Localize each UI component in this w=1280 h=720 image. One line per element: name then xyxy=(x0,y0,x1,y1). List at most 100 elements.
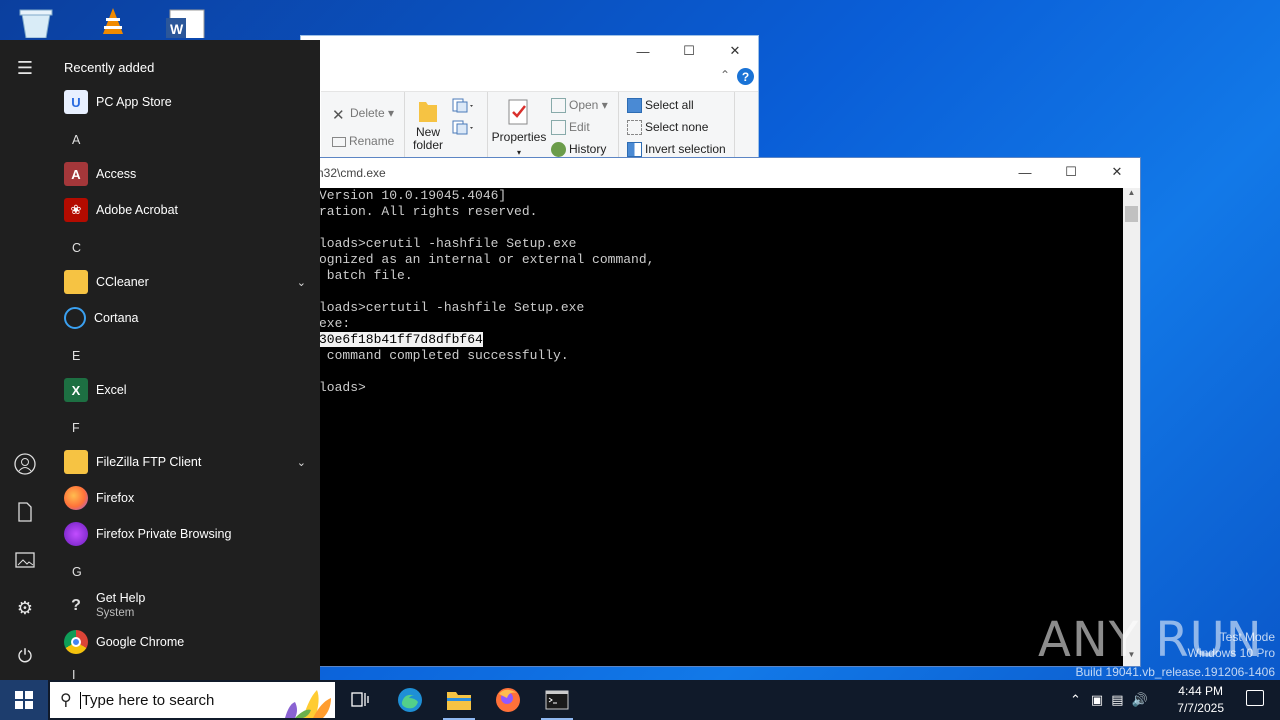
collapse-ribbon-icon[interactable]: ⌃ xyxy=(720,68,730,82)
move-to-button[interactable] xyxy=(452,120,474,139)
properties-icon xyxy=(508,99,528,125)
taskbar-search-box[interactable]: ⚲ Type here to search xyxy=(50,682,335,718)
letter-header-c[interactable]: C xyxy=(72,241,81,255)
maximize-button[interactable]: ☐ xyxy=(666,36,712,66)
edit-button[interactable]: Edit xyxy=(551,120,590,136)
letter-header-a[interactable]: A xyxy=(72,133,80,147)
app-label: PC App Store xyxy=(96,95,172,109)
documents-icon[interactable] xyxy=(13,500,37,524)
word-document-icon[interactable]: W xyxy=(164,4,205,41)
task-view-icon[interactable] xyxy=(336,680,384,720)
os-edition-text: Windows 10 Pro xyxy=(1187,646,1275,660)
close-button[interactable]: ✕ xyxy=(1094,158,1140,186)
folder-icon xyxy=(64,450,88,474)
app-label: CCleaner xyxy=(96,275,149,289)
recently-added-header: Recently added xyxy=(64,60,155,75)
show-hidden-icons-icon[interactable]: ⌃ xyxy=(1070,692,1081,708)
delete-button[interactable]: ✕ Delete ▾ xyxy=(332,106,394,124)
firefox-private-icon xyxy=(64,522,88,546)
rename-button[interactable]: Rename xyxy=(332,134,394,148)
app-firefox[interactable]: Firefox xyxy=(64,480,306,516)
select-all-button[interactable]: Select all xyxy=(627,98,694,114)
app-label: Firefox xyxy=(96,491,135,505)
app-filezilla[interactable]: FileZilla FTP Client ⌄ xyxy=(64,444,306,480)
app-label: Access xyxy=(96,167,137,181)
console-line: ognized as an internal or external comma… xyxy=(319,252,655,267)
adobe-acrobat-icon: ❀ xyxy=(64,198,88,222)
chevron-down-icon[interactable]: ⌄ xyxy=(297,276,306,289)
scroll-up-icon[interactable]: ▲ xyxy=(1123,188,1140,204)
firefox-icon xyxy=(64,486,88,510)
history-button[interactable]: History xyxy=(551,142,607,158)
rename-label: Rename xyxy=(349,134,395,148)
file-explorer-icon[interactable] xyxy=(435,680,483,720)
test-mode-text: Test Mode xyxy=(1219,630,1275,644)
app-list: Recently added U PC App Store A A Access… xyxy=(50,40,320,680)
copy-to-icon xyxy=(452,98,473,113)
minimize-button[interactable]: — xyxy=(1002,158,1048,186)
app-get-help[interactable]: ? Get Help System xyxy=(64,588,306,624)
invert-selection-button[interactable]: Invert selection xyxy=(627,142,726,158)
cmd-window[interactable]: em32\cmd.exe — ☐ ✕ Version 10.0.19045.40… xyxy=(300,157,1141,667)
app-ccleaner[interactable]: CCleaner ⌄ xyxy=(64,264,306,300)
shield-icon[interactable]: ▣ xyxy=(1091,692,1103,708)
rename-icon xyxy=(332,136,346,147)
maximize-button[interactable]: ☐ xyxy=(1048,158,1094,186)
clock[interactable]: 4:44 PM 7/7/2025 xyxy=(1177,683,1224,717)
console-output[interactable]: Version 10.0.19045.4046] ration. All righ… xyxy=(319,188,1123,666)
app-label: Excel xyxy=(96,383,127,397)
settings-gear-icon[interactable]: ⚙ xyxy=(13,596,37,620)
command-prompt-icon[interactable] xyxy=(533,680,581,720)
minimize-button[interactable]: — xyxy=(620,36,666,66)
new-folder-button[interactable]: New folder xyxy=(410,98,446,152)
windows-logo-icon xyxy=(15,691,33,709)
console-line: exe: xyxy=(319,316,351,331)
search-highlight-illustration-icon xyxy=(285,690,331,718)
user-account-icon[interactable] xyxy=(13,452,37,476)
scroll-thumb[interactable] xyxy=(1125,206,1138,222)
open-button[interactable]: Open ▾ xyxy=(551,98,608,114)
letter-header-g[interactable]: G xyxy=(72,565,82,579)
app-google-chrome[interactable]: Google Chrome xyxy=(64,624,306,660)
pc-app-store-icon: U xyxy=(64,90,88,114)
console-line: Version 10.0.19045.4046] xyxy=(319,188,507,203)
recycle-bin-icon[interactable] xyxy=(16,4,56,39)
cmd-titlebar[interactable]: em32\cmd.exe — ☐ ✕ xyxy=(301,158,1140,188)
app-label: Google Chrome xyxy=(96,635,185,649)
network-icon[interactable]: ▤ xyxy=(1111,692,1123,708)
edge-icon[interactable] xyxy=(386,680,434,720)
vlc-icon[interactable] xyxy=(98,4,138,38)
power-icon[interactable]: ⏻ xyxy=(13,644,37,668)
help-icon[interactable]: ? xyxy=(737,68,754,85)
volume-icon[interactable]: 🔊 xyxy=(1132,692,1148,708)
chevron-down-icon[interactable]: ⌄ xyxy=(297,456,306,469)
letter-header-next[interactable]: I xyxy=(72,668,75,680)
start-button[interactable] xyxy=(0,680,48,720)
vertical-scrollbar[interactable]: ▲ ▼ xyxy=(1123,188,1140,666)
app-firefox-private[interactable]: Firefox Private Browsing xyxy=(64,516,306,552)
console-line: 30e6f18b41ff7d8dfbf64 xyxy=(319,332,1123,348)
action-center-icon[interactable] xyxy=(1246,690,1264,706)
properties-button[interactable]: Properties ▾ xyxy=(491,98,547,158)
cortana-icon xyxy=(64,307,86,329)
get-help-icon: ? xyxy=(71,597,81,614)
google-chrome-icon xyxy=(64,630,88,654)
select-none-button[interactable]: Select none xyxy=(627,120,708,136)
copy-to-button[interactable] xyxy=(452,98,474,117)
app-excel[interactable]: X Excel xyxy=(64,372,306,408)
app-adobe-acrobat[interactable]: ❀ Adobe Acrobat xyxy=(64,192,306,228)
move-to-icon xyxy=(452,120,473,135)
pictures-icon[interactable] xyxy=(13,548,37,572)
history-label: History xyxy=(569,142,607,156)
hash-selection[interactable]: 30e6f18b41ff7d8dfbf64 xyxy=(319,332,483,347)
app-access[interactable]: A Access xyxy=(64,156,306,192)
close-button[interactable]: ✕ xyxy=(712,36,758,66)
firefox-icon[interactable] xyxy=(484,680,532,720)
open-label: Open xyxy=(569,98,599,112)
letter-header-e[interactable]: E xyxy=(72,349,80,363)
letter-header-f[interactable]: F xyxy=(72,421,80,435)
app-cortana[interactable]: Cortana xyxy=(64,300,306,336)
hamburger-menu-icon[interactable]: ☰ xyxy=(13,56,37,80)
app-pc-app-store[interactable]: U PC App Store xyxy=(64,84,306,120)
